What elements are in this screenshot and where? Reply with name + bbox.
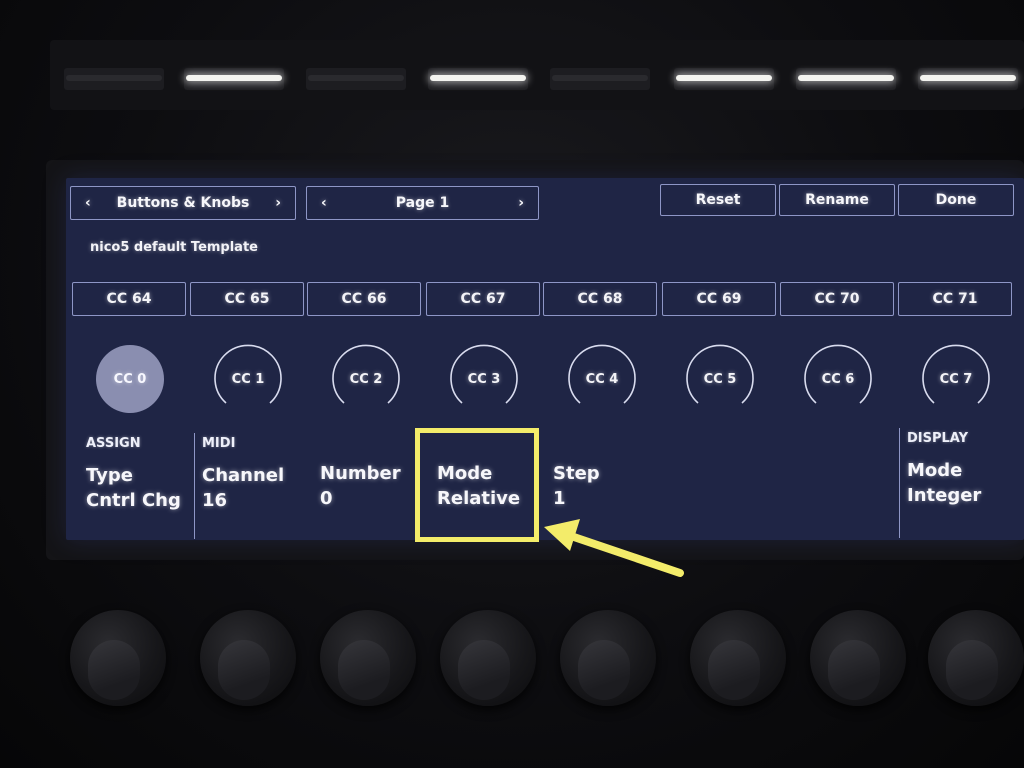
midi-channel-param[interactable]: Channel 16	[202, 463, 284, 513]
knob-slot[interactable]: CC 6	[802, 343, 874, 415]
knob-slot[interactable]: CC 4	[566, 343, 638, 415]
midi-step-param[interactable]: Step 1	[553, 461, 600, 511]
button-cc-slot[interactable]: CC 69	[662, 282, 776, 316]
encoder-cap	[828, 640, 880, 700]
annotation-arrow-icon	[544, 519, 684, 577]
chevron-left-icon[interactable]: ‹	[321, 195, 327, 211]
pad-led	[308, 75, 404, 81]
knob-label: CC 2	[349, 371, 383, 387]
encoder-cap	[708, 640, 760, 700]
pad-button[interactable]	[550, 68, 650, 90]
pad-button[interactable]	[306, 68, 406, 90]
channel-label: Channel	[202, 465, 285, 486]
chevron-left-icon[interactable]: ‹	[85, 195, 91, 211]
knob-slot[interactable]: CC 5	[684, 343, 756, 415]
midi-number-param[interactable]: Number 0	[320, 461, 401, 511]
encoder-knob[interactable]	[440, 610, 536, 706]
channel-value: 16	[202, 490, 228, 511]
pad-led	[676, 75, 772, 81]
encoder-cap	[88, 640, 140, 700]
display-screen: ‹ Buttons & Knobs › ‹ Page 1 › Reset Ren…	[66, 178, 1024, 540]
type-value: Cntrl Chg	[86, 490, 181, 511]
page-label: Page 1	[395, 195, 450, 211]
knob-label: CC 4	[585, 371, 619, 387]
number-label: Number	[320, 463, 401, 484]
midi-heading: MIDI	[202, 436, 236, 451]
display-mode-param[interactable]: Mode Integer	[907, 458, 981, 508]
knob-slot[interactable]: CC 2	[330, 343, 402, 415]
encoder-knob[interactable]	[320, 610, 416, 706]
section-selector[interactable]: ‹ Buttons & Knobs ›	[70, 186, 296, 220]
pad-button[interactable]	[674, 68, 774, 90]
section-label: Buttons & Knobs	[116, 195, 250, 211]
pad-led	[798, 75, 894, 81]
pad-button[interactable]	[428, 68, 528, 90]
divider	[899, 428, 900, 538]
step-value: 1	[553, 488, 566, 509]
page-selector[interactable]: ‹ Page 1 ›	[306, 186, 539, 220]
rename-button[interactable]: Rename	[779, 184, 895, 216]
pad-led	[920, 75, 1016, 81]
knob-slot[interactable]: CC 0	[94, 343, 166, 415]
display-mode-value: Integer	[907, 485, 982, 506]
button-cc-slot[interactable]: CC 64	[72, 282, 186, 316]
pad-led	[186, 75, 282, 81]
encoder-cap	[218, 640, 270, 700]
type-label: Type	[86, 465, 133, 486]
pad-button[interactable]	[64, 68, 164, 90]
pad-button[interactable]	[796, 68, 896, 90]
knob-label: CC 0	[113, 371, 147, 387]
button-cc-slot[interactable]: CC 65	[190, 282, 304, 316]
controller-device: ‹ Buttons & Knobs › ‹ Page 1 › Reset Ren…	[0, 0, 1024, 768]
number-value: 0	[320, 488, 333, 509]
knob-label: CC 6	[821, 371, 855, 387]
display-mode-label: Mode	[907, 460, 963, 481]
pad-button[interactable]	[918, 68, 1018, 90]
knob-label: CC 1	[231, 371, 265, 387]
encoder-cap	[338, 640, 390, 700]
step-label: Step	[553, 463, 600, 484]
pad-led	[66, 75, 162, 81]
button-cc-slot[interactable]: CC 66	[307, 282, 421, 316]
button-cc-slot[interactable]: CC 68	[543, 282, 657, 316]
encoder-knob[interactable]	[690, 610, 786, 706]
pad-led	[430, 75, 526, 81]
assign-type-param[interactable]: Type Cntrl Chg	[86, 463, 181, 513]
template-name: nico5 default Template	[90, 240, 258, 255]
pad-led	[552, 75, 648, 81]
chevron-right-icon[interactable]: ›	[518, 195, 524, 211]
encoder-knob[interactable]	[560, 610, 656, 706]
knob-label: CC 3	[467, 371, 501, 387]
reset-button[interactable]: Reset	[660, 184, 776, 216]
encoder-knob[interactable]	[200, 610, 296, 706]
encoder-cap	[578, 640, 630, 700]
encoder-knob[interactable]	[810, 610, 906, 706]
pad-button[interactable]	[184, 68, 284, 90]
display-heading: DISPLAY	[907, 431, 969, 446]
assign-heading: ASSIGN	[86, 436, 141, 451]
encoder-knob[interactable]	[70, 610, 166, 706]
encoder-cap	[946, 640, 998, 700]
divider	[194, 433, 195, 539]
button-cc-slot[interactable]: CC 67	[426, 282, 540, 316]
encoder-cap	[458, 640, 510, 700]
knob-slot[interactable]: CC 7	[920, 343, 992, 415]
knob-label: CC 5	[703, 371, 737, 387]
knob-label: CC 7	[939, 371, 973, 387]
done-button[interactable]: Done	[898, 184, 1014, 216]
knob-slot[interactable]: CC 1	[212, 343, 284, 415]
chevron-right-icon[interactable]: ›	[275, 195, 281, 211]
button-cc-slot[interactable]: CC 70	[780, 282, 894, 316]
knob-slot[interactable]: CC 3	[448, 343, 520, 415]
encoder-knob[interactable]	[928, 610, 1024, 706]
button-cc-slot[interactable]: CC 71	[898, 282, 1012, 316]
annotation-highlight-box	[415, 428, 539, 542]
